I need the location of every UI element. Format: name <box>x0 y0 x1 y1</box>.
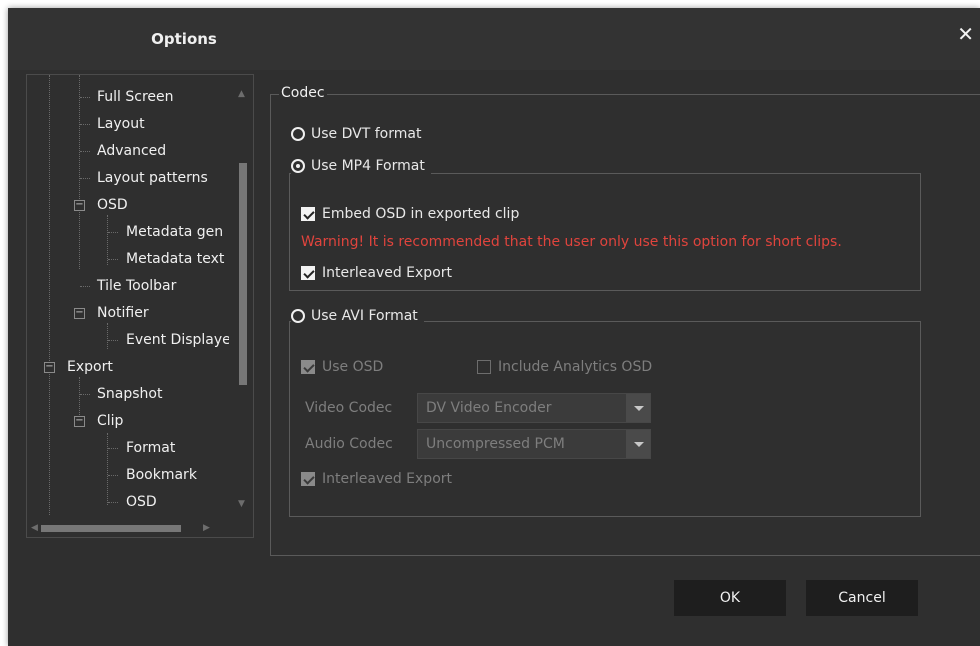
vertical-scroll-thumb[interactable] <box>239 163 247 385</box>
codec-group: Codec Use DVT format Use MP4 Format Embe… <box>270 85 980 556</box>
use-osd-label: Use OSD <box>322 359 384 375</box>
scroll-up-icon[interactable]: ▲ <box>238 89 245 99</box>
chevron-down-icon <box>626 430 650 458</box>
tree-item-advanced[interactable]: Advanced <box>97 140 166 162</box>
avi-label: Use AVI Format <box>311 308 418 324</box>
tree-horizontal-scrollbar[interactable]: ◀ ▶ <box>27 519 251 537</box>
scroll-left-icon[interactable]: ◀ <box>31 523 38 533</box>
cancel-button[interactable]: Cancel <box>806 580 918 616</box>
tree-item-metadata-gen[interactable]: Metadata gen <box>126 221 223 243</box>
close-icon[interactable]: ✕ <box>957 22 974 46</box>
mp4-radio[interactable] <box>291 159 305 173</box>
tree-item-osd[interactable]: OSD <box>97 194 128 216</box>
embed-osd-checkbox[interactable] <box>301 207 315 221</box>
tree-item-notifier[interactable]: Notifier <box>97 302 149 324</box>
include-analytics-option: Include Analytics OSD <box>477 359 652 375</box>
mp4-interleaved-label: Interleaved Export <box>322 265 453 281</box>
dvt-radio[interactable] <box>291 127 305 141</box>
dvt-format-option[interactable]: Use DVT format <box>291 126 428 142</box>
tree-vertical-scrollbar[interactable]: ▲ ▼ <box>229 75 251 517</box>
mp4-label: Use MP4 Format <box>311 158 425 174</box>
tree-item-export[interactable]: Export <box>67 356 113 378</box>
export-collapse-icon[interactable]: − <box>44 362 55 373</box>
tree-item-clip[interactable]: Clip <box>97 410 123 432</box>
use-osd-checkbox <box>301 360 315 374</box>
avi-interleaved-label: Interleaved Export <box>322 471 453 487</box>
use-osd-option: Use OSD <box>301 359 383 375</box>
tree-item-bookmark[interactable]: Bookmark <box>126 464 197 486</box>
avi-interleaved-checkbox <box>301 472 315 486</box>
include-analytics-label: Include Analytics OSD <box>498 359 653 375</box>
tree-item-snapshot[interactable]: Snapshot <box>97 383 162 405</box>
audio-codec-select: Uncompressed PCM <box>417 429 651 459</box>
avi-interleaved-option: Interleaved Export <box>301 471 452 487</box>
embed-osd-option[interactable]: Embed OSD in exported clip <box>301 206 519 222</box>
audio-codec-value: Uncompressed PCM <box>426 436 565 452</box>
tree-item-full-screen[interactable]: Full Screen <box>97 86 174 108</box>
video-codec-label: Video Codec <box>305 400 393 416</box>
video-codec-value: DV Video Encoder <box>426 400 552 416</box>
video-codec-select: DV Video Encoder <box>417 393 651 423</box>
osd-collapse-icon[interactable]: − <box>74 200 85 211</box>
tree-item-layout-patterns[interactable]: Layout patterns <box>97 167 208 189</box>
dvt-label: Use DVT format <box>311 126 422 142</box>
options-tree[interactable]: Full Screen Layout Advanced Layout patte… <box>26 74 254 538</box>
tree-item-clip-osd[interactable]: OSD <box>126 491 157 513</box>
tree-item-event-display[interactable]: Event Displaye <box>126 329 231 351</box>
scroll-right-icon[interactable]: ▶ <box>203 523 210 533</box>
title-bar: Options ✕ <box>8 8 980 70</box>
ok-button[interactable]: OK <box>674 580 786 616</box>
options-dialog: Options ✕ Full Screen Layout Advanced La… <box>8 8 980 646</box>
dialog-title: Options <box>151 30 217 48</box>
include-analytics-checkbox <box>477 360 491 374</box>
tree-item-tile-toolbar[interactable]: Tile Toolbar <box>97 275 176 297</box>
mp4-format-option[interactable]: Use MP4 Format <box>291 158 431 174</box>
audio-codec-label: Audio Codec <box>305 436 393 452</box>
horizontal-scroll-thumb[interactable] <box>41 525 181 532</box>
embed-osd-label: Embed OSD in exported clip <box>322 206 520 222</box>
tree-item-format[interactable]: Format <box>126 437 175 459</box>
tree-item-metadata-text[interactable]: Metadata text <box>126 248 224 270</box>
chevron-down-icon <box>626 394 650 422</box>
notifier-collapse-icon[interactable]: − <box>74 308 85 319</box>
mp4-interleaved-option[interactable]: Interleaved Export <box>301 265 452 281</box>
clip-collapse-icon[interactable]: − <box>74 416 85 427</box>
mp4-interleaved-checkbox[interactable] <box>301 266 315 280</box>
tree-item-layout[interactable]: Layout <box>97 113 145 135</box>
codec-legend: Codec <box>279 85 327 101</box>
short-clip-warning: Warning! It is recommended that the user… <box>301 234 842 250</box>
avi-radio[interactable] <box>291 309 305 323</box>
scroll-down-icon[interactable]: ▼ <box>238 499 245 509</box>
avi-format-option[interactable]: Use AVI Format <box>291 308 424 324</box>
